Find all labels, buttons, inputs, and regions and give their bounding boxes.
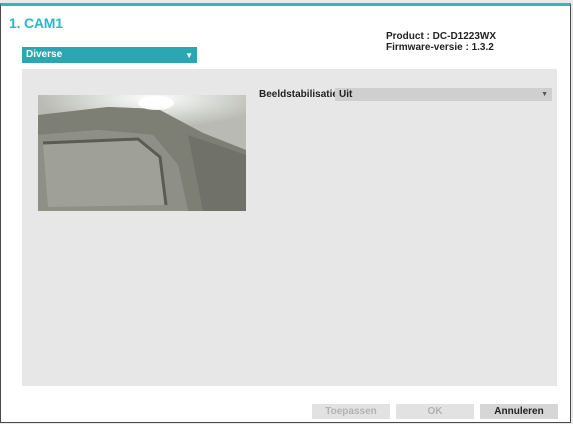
ok-button[interactable]: OK — [396, 404, 474, 419]
product-info: Product : DC-D1223WX Firmware-versie : 1… — [386, 31, 496, 53]
chevron-down-icon: ▼ — [185, 51, 193, 60]
category-dropdown[interactable]: Diverse ▼ — [22, 47, 197, 63]
settings-panel: Beeldstabilisatie Uit ▼ — [22, 69, 557, 386]
image-stabilization-label: Beeldstabilisatie — [259, 89, 338, 100]
camera-settings-window: 1. CAM1 Product : DC-D1223WX Firmware-ve… — [0, 3, 571, 423]
image-stabilization-dropdown[interactable]: Uit ▼ — [335, 88, 552, 101]
category-dropdown-value: Diverse — [26, 49, 63, 60]
camera-title: 1. CAM1 — [9, 15, 63, 31]
image-stabilization-value: Uit — [339, 89, 353, 100]
camera-preview-graphic — [38, 95, 246, 211]
product-model: Product : DC-D1223WX — [386, 31, 497, 42]
apply-button[interactable]: Toepassen — [312, 404, 390, 419]
cancel-button[interactable]: Annuleren — [480, 404, 558, 419]
camera-preview-image — [38, 95, 246, 211]
chevron-down-icon: ▼ — [541, 91, 548, 98]
firmware-version: Firmware-versie : 1.3.2 — [386, 42, 494, 53]
